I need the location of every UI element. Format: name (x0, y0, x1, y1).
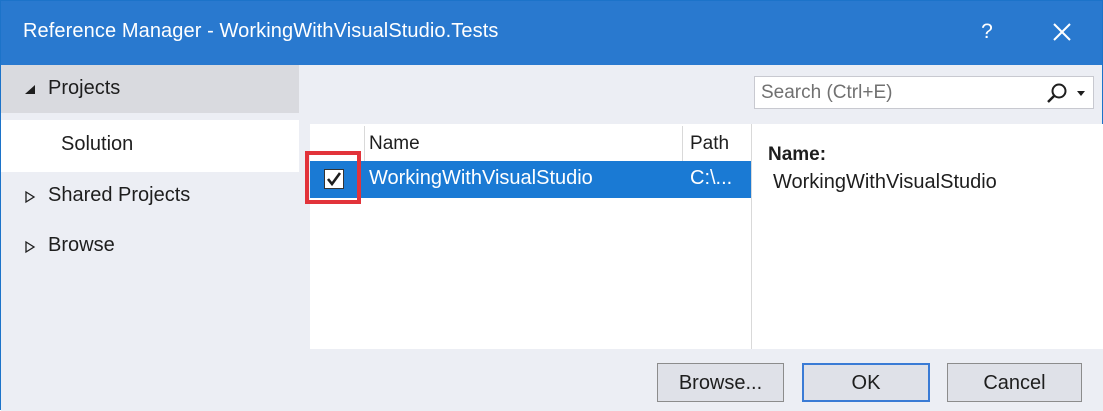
search-icon[interactable] (1046, 82, 1068, 104)
help-button[interactable]: ? (975, 17, 999, 47)
button-bar: Browse... OK Cancel (1, 349, 1103, 411)
row-project-path: C:\... (690, 167, 733, 189)
search-input[interactable] (761, 77, 1031, 108)
browse-button[interactable]: Browse... (657, 363, 784, 402)
category-nav: Projects Solution Shared Projects Browse (1, 65, 299, 349)
nav-item-label: Browse (48, 234, 115, 256)
column-header-path[interactable]: Path (690, 133, 729, 155)
reference-manager-dialog: Reference Manager - WorkingWithVisualStu… (0, 0, 1103, 411)
detail-name-label: Name: (768, 144, 827, 165)
column-separator[interactable] (364, 126, 365, 161)
title-bar[interactable]: Reference Manager - WorkingWithVisualStu… (1, 1, 1102, 65)
nav-item-label: Projects (48, 77, 121, 99)
search-box[interactable] (754, 76, 1094, 109)
nav-item-label: Solution (61, 133, 134, 155)
triangle-right-icon (25, 240, 36, 254)
list-header: Name Path (310, 124, 751, 161)
project-list: Name Path WorkingWithVisualStudio C:\... (310, 124, 751, 349)
row-project-name: WorkingWithVisualStudio (369, 167, 593, 189)
checkmark-icon (326, 172, 342, 187)
reference-checkbox[interactable] (324, 169, 344, 189)
nav-item-projects[interactable]: Projects (1, 65, 299, 113)
nav-item-browse[interactable]: Browse (1, 222, 299, 272)
details-panel: Name: WorkingWithVisualStudio (751, 124, 1103, 349)
nav-item-label: Shared Projects (48, 184, 191, 206)
column-separator[interactable] (682, 126, 683, 161)
close-button[interactable] (1046, 15, 1078, 49)
nav-item-solution[interactable]: Solution (1, 120, 299, 172)
detail-name-value: WorkingWithVisualStudio (773, 171, 997, 193)
nav-item-shared-projects[interactable]: Shared Projects (1, 172, 299, 222)
window-title: Reference Manager - WorkingWithVisualStu… (23, 20, 499, 42)
column-header-name[interactable]: Name (369, 133, 420, 155)
triangle-right-icon (25, 190, 36, 204)
close-icon (1053, 23, 1071, 41)
list-row[interactable]: WorkingWithVisualStudio C:\... (310, 161, 751, 198)
triangle-down-icon (25, 85, 35, 94)
ok-button[interactable]: OK (802, 363, 930, 402)
cancel-button[interactable]: Cancel (947, 363, 1082, 402)
chevron-down-icon[interactable] (1076, 89, 1086, 97)
